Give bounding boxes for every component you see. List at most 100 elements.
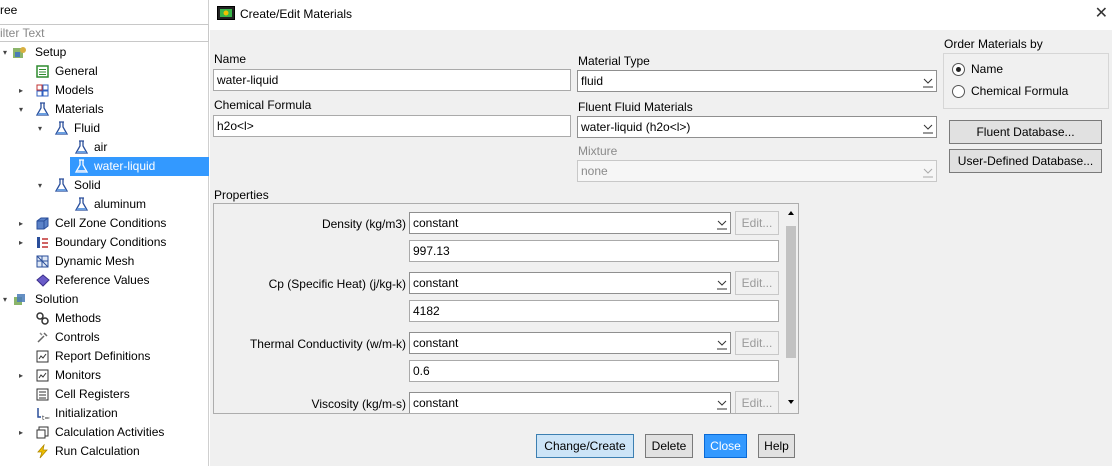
method-value: constant [413, 396, 459, 410]
general-icon [35, 64, 50, 79]
thermal-conductivity-edit-button[interactable]: Edit... [735, 331, 779, 355]
collapse-chevron-icon[interactable]: ▾ [0, 290, 10, 309]
viscosity-edit-button[interactable]: Edit... [735, 391, 779, 413]
help-button[interactable]: Help [758, 434, 795, 458]
flask-icon [74, 159, 89, 174]
method-value: constant [413, 276, 459, 290]
collapse-chevron-icon[interactable]: ▾ [16, 100, 26, 119]
method-value: constant [413, 336, 459, 350]
cp-value-input[interactable]: 4182 [409, 300, 779, 322]
tree-node-water-liquid[interactable]: water-liquid [70, 157, 209, 176]
chemical-formula-input[interactable]: h2o<l> [213, 115, 571, 137]
collapse-chevron-icon[interactable]: ▾ [35, 176, 45, 195]
name-input[interactable]: water-liquid [213, 69, 571, 91]
app-icon [217, 6, 235, 20]
cp-method-dropdown[interactable]: constant [409, 272, 731, 294]
fluent-fluid-materials-dropdown[interactable]: water-liquid (h2o<l>) [577, 116, 937, 138]
order-by-name-radio[interactable] [952, 63, 965, 76]
expand-chevron-icon[interactable]: ▸ [16, 366, 26, 385]
order-by-formula-radio[interactable] [952, 85, 965, 98]
dropdown-arrow-icon [922, 119, 934, 135]
tree-label: Solution [35, 292, 79, 306]
tree-node-cell-zone-conditions[interactable]: ▸ Cell Zone Conditions [0, 214, 209, 233]
tree-title: ree [0, 3, 18, 17]
tree-label: aluminum [94, 197, 147, 211]
close-button[interactable]: Close [704, 434, 747, 458]
outline-tree-panel: ree ilter Text ▾ Setup General ▸ Models … [0, 0, 209, 466]
tree-label: Controls [55, 330, 100, 344]
methods-icon [35, 311, 50, 326]
close-icon[interactable]: ✕ [1095, 3, 1108, 23]
monitors-icon [35, 368, 50, 383]
tree-node-aluminum[interactable]: aluminum [0, 195, 209, 214]
tree-label: Models [55, 83, 94, 97]
viscosity-method-dropdown[interactable]: constant [409, 392, 731, 413]
properties-scrollbar[interactable] [784, 204, 798, 413]
order-by-name-label[interactable]: Name [971, 62, 1003, 76]
change-create-button[interactable]: Change/Create [536, 434, 634, 458]
tree-node-report-definitions[interactable]: Report Definitions [0, 347, 209, 366]
fluent-database-button[interactable]: Fluent Database... [949, 120, 1102, 144]
tree-node-models[interactable]: ▸ Models [0, 81, 209, 100]
create-edit-materials-dialog: Create/Edit Materials ✕ Name water-liqui… [210, 0, 1112, 466]
user-defined-database-button[interactable]: User-Defined Database... [949, 149, 1102, 173]
tree-filter-input[interactable]: ilter Text [0, 24, 209, 42]
tree-label: Initialization [55, 406, 118, 420]
calculation-activities-icon [35, 425, 50, 440]
tree-node-initialization[interactable]: t=0 Initialization [0, 404, 209, 423]
expand-chevron-icon[interactable]: ▸ [16, 423, 26, 442]
tree-node-controls[interactable]: Controls [0, 328, 209, 347]
mixture-dropdown[interactable]: none [577, 160, 937, 182]
material-type-dropdown[interactable]: fluid [577, 70, 937, 92]
tree-label: Solid [74, 178, 101, 192]
collapse-chevron-icon[interactable]: ▾ [0, 43, 10, 62]
tree-node-solution[interactable]: ▾ Solution [0, 290, 209, 309]
tree-label: Calculation Activities [55, 425, 165, 439]
density-edit-button[interactable]: Edit... [735, 211, 779, 235]
initialization-icon: t=0 [35, 406, 50, 421]
tree-label: Cell Registers [55, 387, 130, 401]
tree-node-calculation-activities[interactable]: ▸ Calculation Activities [0, 423, 209, 442]
fluent-fluid-materials-label: Fluent Fluid Materials [578, 100, 693, 114]
mesh-icon [35, 254, 50, 269]
tree-node-general[interactable]: General [0, 62, 209, 81]
solution-icon [12, 292, 27, 307]
order-materials-group: Name Chemical Formula [943, 53, 1109, 109]
tree-node-methods[interactable]: Methods [0, 309, 209, 328]
material-type-value: fluid [581, 74, 604, 88]
tree-node-monitors[interactable]: ▸ Monitors [0, 366, 209, 385]
property-label: Density (kg/m3) [321, 217, 406, 231]
tree-label: Boundary Conditions [55, 235, 167, 249]
tree-node-boundary-conditions[interactable]: ▸ Boundary Conditions [0, 233, 209, 252]
collapse-chevron-icon[interactable]: ▾ [35, 119, 45, 138]
tree-node-run-calculation[interactable]: Run Calculation [0, 442, 209, 461]
dialog-titlebar[interactable]: Create/Edit Materials ✕ [210, 0, 1112, 30]
order-by-formula-label[interactable]: Chemical Formula [971, 84, 1068, 98]
delete-button[interactable]: Delete [645, 434, 693, 458]
tree-node-reference-values[interactable]: Reference Values [0, 271, 209, 290]
thermal-conductivity-method-dropdown[interactable]: constant [409, 332, 731, 354]
chemical-formula-label: Chemical Formula [214, 98, 312, 112]
tree-node-dynamic-mesh[interactable]: Dynamic Mesh [0, 252, 209, 271]
density-method-dropdown[interactable]: constant [409, 212, 731, 234]
thermal-conductivity-value-input[interactable]: 0.6 [409, 360, 779, 382]
tree-node-materials[interactable]: ▾ Materials [0, 100, 209, 119]
tree-node-solid[interactable]: ▾ Solid [0, 176, 209, 195]
expand-chevron-icon[interactable]: ▸ [16, 214, 26, 233]
fluent-fluid-materials-value: water-liquid (h2o<l>) [581, 120, 691, 134]
setup-icon [12, 45, 27, 60]
cp-edit-button[interactable]: Edit... [735, 271, 779, 295]
expand-chevron-icon[interactable]: ▸ [16, 81, 26, 100]
tree-node-air[interactable]: air [0, 138, 209, 157]
models-icon [35, 83, 50, 98]
tree-label: General [55, 64, 98, 78]
dialog-title: Create/Edit Materials [240, 7, 353, 21]
properties-panel: Density (kg/m3) constant Edit... 997.13 … [213, 203, 799, 414]
tree-label: air [94, 140, 108, 154]
expand-chevron-icon[interactable]: ▸ [16, 233, 26, 252]
tree-node-setup[interactable]: ▾ Setup [0, 43, 209, 62]
density-value-input[interactable]: 997.13 [409, 240, 779, 262]
scrollbar-thumb[interactable] [786, 226, 796, 358]
tree-node-cell-registers[interactable]: Cell Registers [0, 385, 209, 404]
tree-node-fluid[interactable]: ▾ Fluid [0, 119, 209, 138]
